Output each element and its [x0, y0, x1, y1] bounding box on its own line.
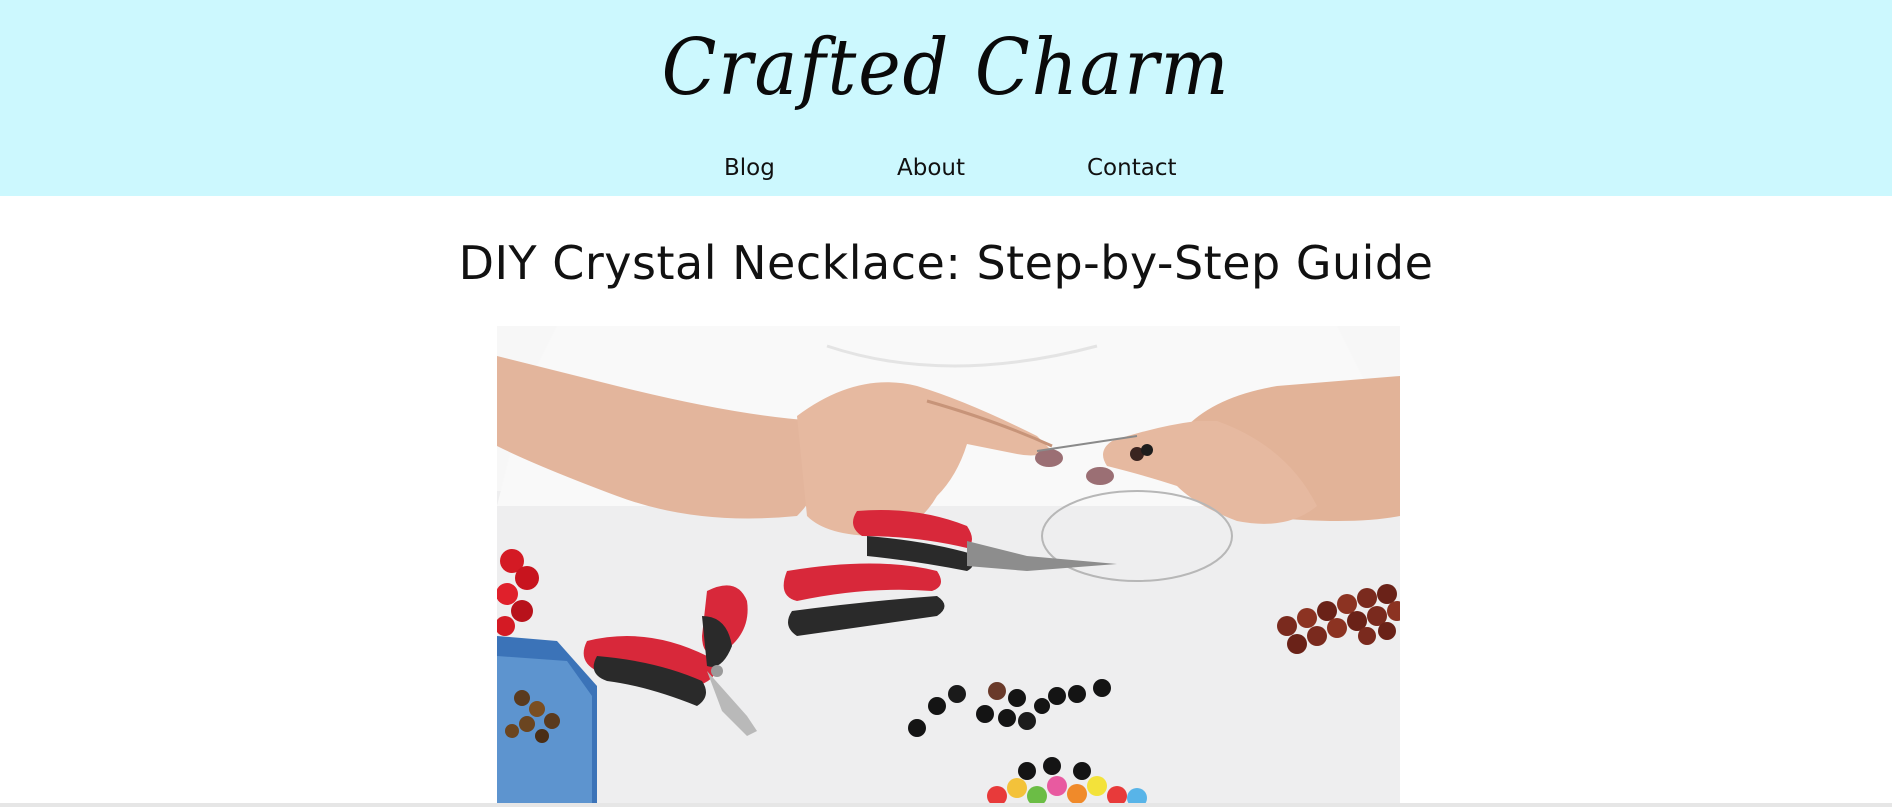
nav-link-about[interactable]: About — [897, 150, 965, 186]
site-header: Crafted Charm Blog About Contact — [0, 0, 1892, 196]
nav-link-contact[interactable]: Contact — [1087, 150, 1176, 186]
main-nav: Blog About Contact — [0, 150, 1892, 186]
hero-image-graphic — [497, 326, 1400, 807]
hero-image — [497, 326, 1400, 807]
page-bottom-rule — [0, 803, 1892, 807]
site-logo[interactable]: Crafted Charm — [76, 8, 1817, 128]
post-title: DIY Crystal Necklace: Step-by-Step Guide — [458, 236, 1434, 290]
nav-link-blog[interactable]: Blog — [724, 150, 775, 186]
